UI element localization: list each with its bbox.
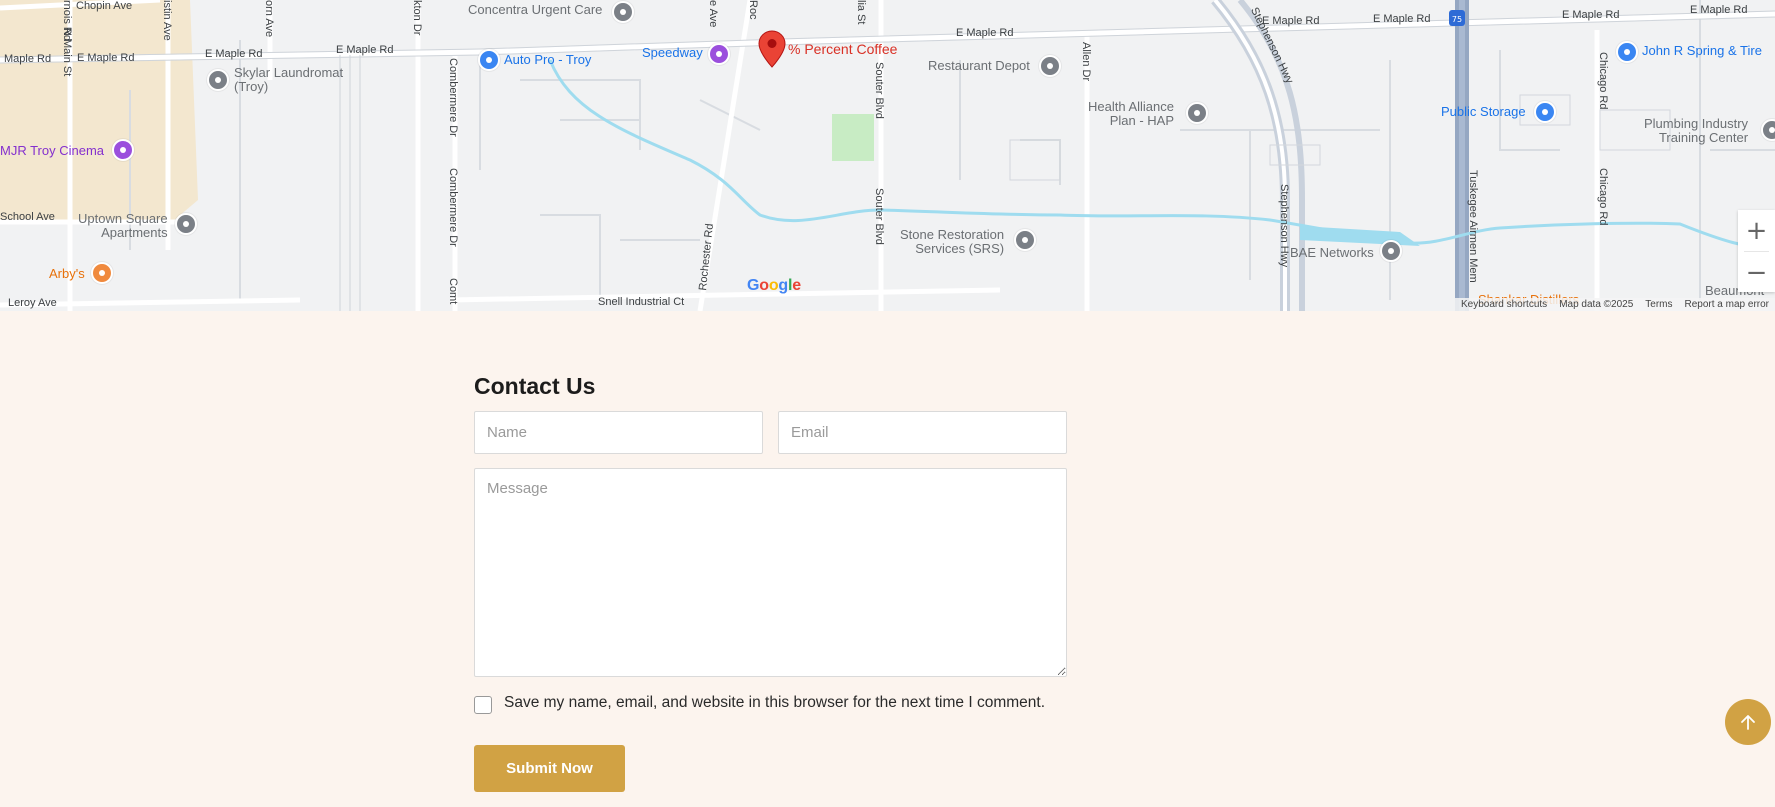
road-label-edge-ave-2: orn Ave (263, 0, 275, 38)
tire-shop-pin-icon[interactable] (1616, 41, 1638, 63)
shopping-pin-icon[interactable] (478, 49, 500, 71)
place-label-percent-coffee[interactable]: % Percent Coffee (788, 42, 897, 57)
arrow-up-icon (1741, 715, 1755, 730)
apartment-pin-icon[interactable] (175, 213, 197, 235)
service-pin-icon[interactable] (1014, 229, 1036, 251)
place-label-uptown-square[interactable]: Uptown Square Apartments (78, 212, 168, 239)
location-marker-icon[interactable] (758, 30, 786, 68)
road-label-edge-st: lia St (855, 0, 867, 25)
road-label-edge-rd: rnois Rd (61, 0, 73, 41)
road-label-e-maple-8: E Maple Rd (1690, 4, 1748, 16)
road-label-chopin-ave: Chopin Ave (76, 0, 133, 12)
road-label-chicago-1: Chicago Rd (1597, 52, 1609, 110)
road-label-school-ave: School Ave (0, 211, 55, 223)
google-logo: Google (747, 277, 801, 294)
terms-link[interactable]: Terms (1645, 299, 1672, 311)
save-info-checkbox[interactable] (474, 696, 492, 714)
embedded-map[interactable]: 75 Chopin Ave Maple Rd E Maple Rd E Mapl… (0, 0, 1775, 311)
cinema-pin-icon[interactable] (112, 139, 134, 161)
storage-pin-icon[interactable] (1534, 101, 1556, 123)
place-label-mjr-cinema[interactable]: MJR Troy Cinema (0, 144, 104, 158)
road-label-e-maple-7: E Maple Rd (1562, 9, 1620, 21)
road-label-combermere-2: Combermere Dr (447, 168, 459, 247)
road-label-edge-ave-1: istin Ave (161, 0, 173, 41)
road-label-e-maple-4: E Maple Rd (956, 27, 1014, 39)
road-label-combermere-1: Combermere Dr (447, 58, 459, 137)
business-pin-icon[interactable] (1380, 240, 1402, 262)
contact-form-title: Contact Us (474, 373, 596, 399)
map-attribution-bar: Keyboard shortcuts Map data ©2025 Terms … (1455, 298, 1775, 311)
name-input[interactable] (474, 411, 763, 454)
place-label-arbys[interactable]: Arby's (49, 267, 85, 281)
zoom-in-button[interactable]: + (1738, 210, 1775, 251)
place-label-plumbing-industry[interactable]: Plumbing Industry Training Center (1644, 117, 1748, 144)
place-label-bae-networks[interactable]: BAE Networks (1290, 246, 1374, 260)
message-textarea[interactable] (474, 468, 1067, 677)
email-input[interactable] (778, 411, 1067, 454)
svg-text:75: 75 (1452, 15, 1462, 24)
road-label-souter-1: Souter Blvd (873, 62, 885, 119)
road-label-e-maple-3: E Maple Rd (336, 44, 394, 56)
place-label-stone-restoration[interactable]: Stone Restoration Services (SRS) (900, 228, 1004, 255)
report-map-error-link[interactable]: Report a map error (1685, 299, 1769, 311)
restaurant-pin-icon[interactable] (91, 262, 113, 284)
place-label-health-alliance[interactable]: Health Alliance Plan - HAP (1088, 100, 1174, 127)
road-label-rochester-2: Roc (747, 0, 759, 20)
medical-pin-icon[interactable] (612, 1, 634, 23)
road-label-tuskegee: Tuskegee Airmen Mem (1467, 170, 1479, 283)
laundromat-pin-icon[interactable] (207, 69, 229, 91)
road-label-e-maple-1: E Maple Rd (77, 52, 135, 64)
place-label-concentra[interactable]: Concentra Urgent Care (468, 3, 602, 17)
road-label-leroy-ave: Leroy Ave (8, 297, 57, 309)
place-label-auto-pro[interactable]: Auto Pro - Troy (504, 53, 591, 67)
road-label-edge-dr: kton Dr (411, 0, 423, 36)
map-zoom-controls: + − (1738, 210, 1775, 292)
road-label-chicago-2: Chicago Rd (1597, 168, 1609, 226)
office-pin-icon[interactable] (1186, 102, 1208, 124)
keyboard-shortcuts-link[interactable]: Keyboard shortcuts (1461, 299, 1547, 311)
road-label-stephenson-2: Stephenson Hwy (1278, 184, 1290, 268)
road-label-snell-industrial: Snell Industrial Ct (598, 296, 685, 308)
store-pin-icon[interactable] (1039, 55, 1061, 77)
place-label-john-r-spring[interactable]: John R Spring & Tire (1642, 44, 1762, 58)
road-label-souter-2: Souter Blvd (873, 188, 885, 245)
place-label-restaurant-depot[interactable]: Restaurant Depot (928, 59, 1030, 73)
road-label-e-maple-5: E Maple Rd (1262, 15, 1320, 27)
road-label-edge-ave-3: e Ave (707, 0, 719, 28)
place-label-skylar-laundromat[interactable]: Skylar Laundromat (Troy) (234, 66, 343, 93)
scroll-to-top-button[interactable] (1725, 699, 1771, 745)
save-info-label[interactable]: Save my name, email, and website in this… (504, 694, 1045, 712)
place-label-public-storage[interactable]: Public Storage (1441, 105, 1526, 119)
place-label-speedway[interactable]: Speedway (642, 46, 703, 60)
zoom-out-button[interactable]: − (1738, 252, 1775, 293)
road-label-combermere-3: Comt (447, 278, 459, 305)
road-label-maple: Maple Rd (4, 53, 52, 65)
road-label-e-maple-2: E Maple Rd (205, 48, 263, 60)
road-label-e-maple-6: E Maple Rd (1373, 13, 1431, 25)
gas-station-pin-icon[interactable] (708, 43, 730, 65)
submit-button[interactable]: Submit Now (474, 745, 625, 792)
map-data-text: Map data ©2025 (1559, 299, 1634, 310)
road-label-allen-dr: Allen Dr (1080, 42, 1092, 82)
